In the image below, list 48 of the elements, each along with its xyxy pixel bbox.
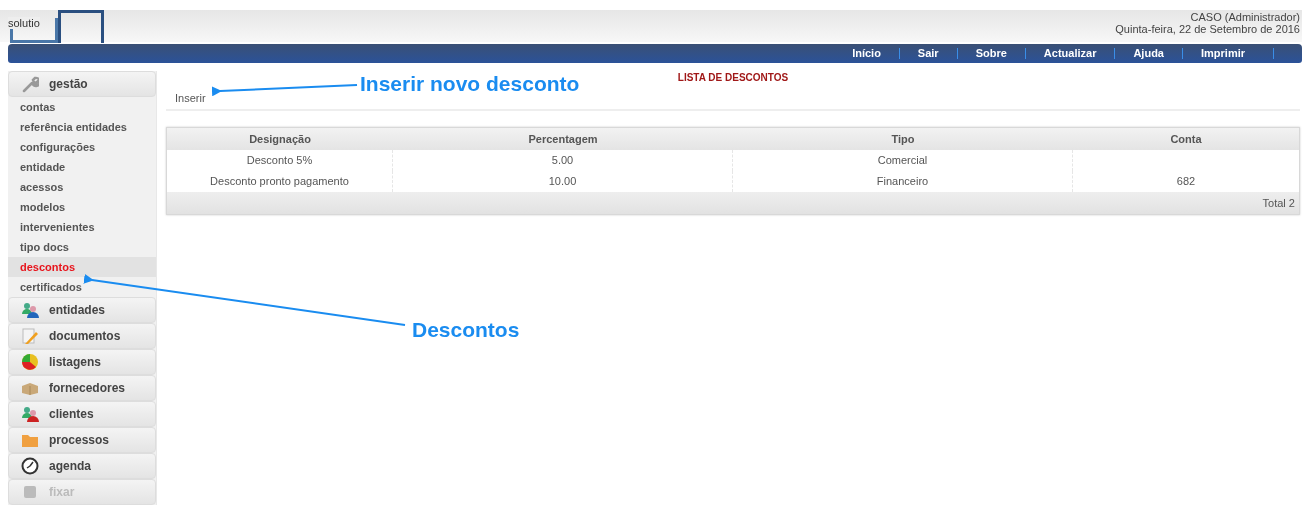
column-header: Tipo xyxy=(890,133,916,145)
user-name: CASO (Administrador) xyxy=(1190,11,1300,23)
column-header: Conta xyxy=(1169,133,1203,145)
sidebar-section-header[interactable]: documentos xyxy=(8,323,156,349)
sidebar-item[interactable]: contas xyxy=(8,97,156,117)
sidebar-section-header[interactable]: processos xyxy=(8,427,156,453)
sidebar-item[interactable]: certificados xyxy=(8,277,156,297)
insert-link[interactable]: Inserir xyxy=(175,92,206,104)
sidebar-item[interactable]: descontos xyxy=(8,257,156,277)
page-title: LISTA DE DESCONTOS xyxy=(677,71,789,83)
nav-link[interactable]: Sair xyxy=(899,48,958,59)
total-count: Total 2 xyxy=(1262,197,1295,209)
sidebar-section-header[interactable]: gestão xyxy=(8,71,156,97)
wrench-icon xyxy=(21,75,39,93)
sidebar-section-header[interactable]: fornecedores xyxy=(8,375,156,401)
sidebar-item[interactable]: referência entidades xyxy=(8,117,156,137)
sidebar-section-header[interactable]: listagens xyxy=(8,349,156,375)
sidebar-item[interactable]: configurações xyxy=(8,137,156,157)
nav-link[interactable]: Início xyxy=(834,48,900,59)
sidebar-item[interactable]: intervenientes xyxy=(8,217,156,237)
people-icon xyxy=(21,301,39,319)
column-header: Designação xyxy=(248,133,312,145)
pencil-icon xyxy=(21,327,39,345)
pie-chart-icon xyxy=(21,353,39,371)
table-cell: 5.00 xyxy=(551,154,574,166)
nav-link[interactable]: Ajuda xyxy=(1115,48,1183,59)
column-header: Percentagem xyxy=(527,133,599,145)
sidebar-item[interactable]: entidade xyxy=(8,157,156,177)
table-cell: 10.00 xyxy=(548,175,577,187)
sidebar-item[interactable]: tipo docs xyxy=(8,237,156,257)
sidebar-section-header[interactable]: entidades xyxy=(8,297,156,323)
sidebar-item[interactable]: acessos xyxy=(8,177,156,197)
table-cell: Desconto pronto pagamento xyxy=(210,175,349,187)
sidebar-section-header[interactable]: clientes xyxy=(8,401,156,427)
table-cell: Financeiro xyxy=(876,175,929,187)
table-cell: Comercial xyxy=(877,154,928,166)
current-date: Quinta-feira, 22 de Setembro de 2016 xyxy=(1115,23,1300,35)
sidebar-item[interactable]: modelos xyxy=(8,197,156,217)
nav-link[interactable]: Imprimir xyxy=(1183,48,1274,59)
nav-link[interactable]: Actualizar xyxy=(1025,48,1116,59)
annotation-label: Descontos xyxy=(412,318,520,342)
clock-icon xyxy=(21,457,39,475)
people-icon xyxy=(21,405,39,423)
table-cell: Desconto 5% xyxy=(246,154,313,166)
nav-link[interactable]: Sobre xyxy=(957,48,1026,59)
table-cell: 682 xyxy=(1176,175,1196,187)
annotation-label: Inserir novo desconto xyxy=(360,72,580,96)
sidebar-section-header[interactable]: agenda xyxy=(8,453,156,479)
